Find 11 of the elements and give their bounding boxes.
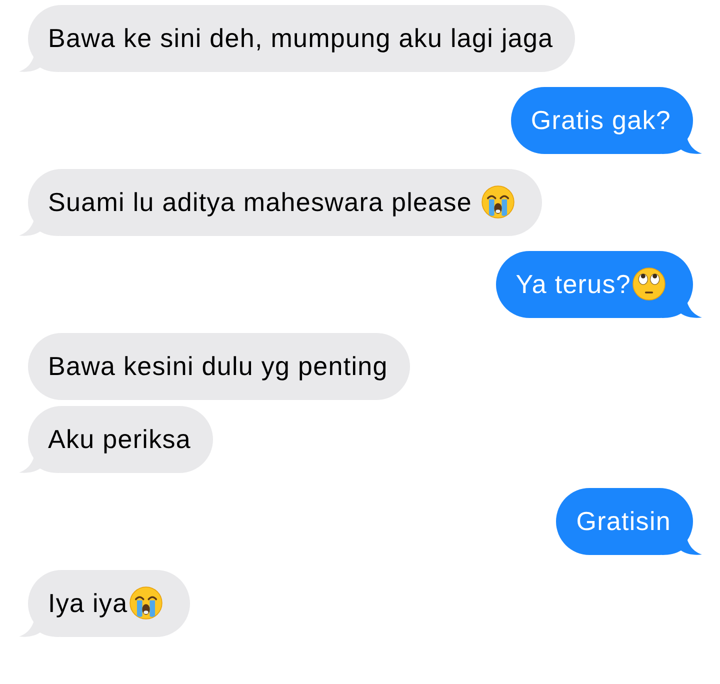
message-text: Aku periksa <box>48 424 191 454</box>
crying-face-icon <box>128 586 163 620</box>
message-text: Bawa kesini dulu yg penting <box>48 351 388 381</box>
message-text: Ya terus? <box>516 269 631 299</box>
message-text: Bawa ke sini deh, mumpung aku lagi jaga <box>48 23 554 53</box>
message-text: Gratisin <box>576 506 671 536</box>
crying-face-icon <box>480 185 515 219</box>
message-text: Iya iya <box>48 588 128 618</box>
message-text: Suami lu aditya maheswara please <box>48 187 474 217</box>
message-text: Gratis gak? <box>530 105 671 135</box>
eye-roll-face-icon <box>632 267 666 301</box>
